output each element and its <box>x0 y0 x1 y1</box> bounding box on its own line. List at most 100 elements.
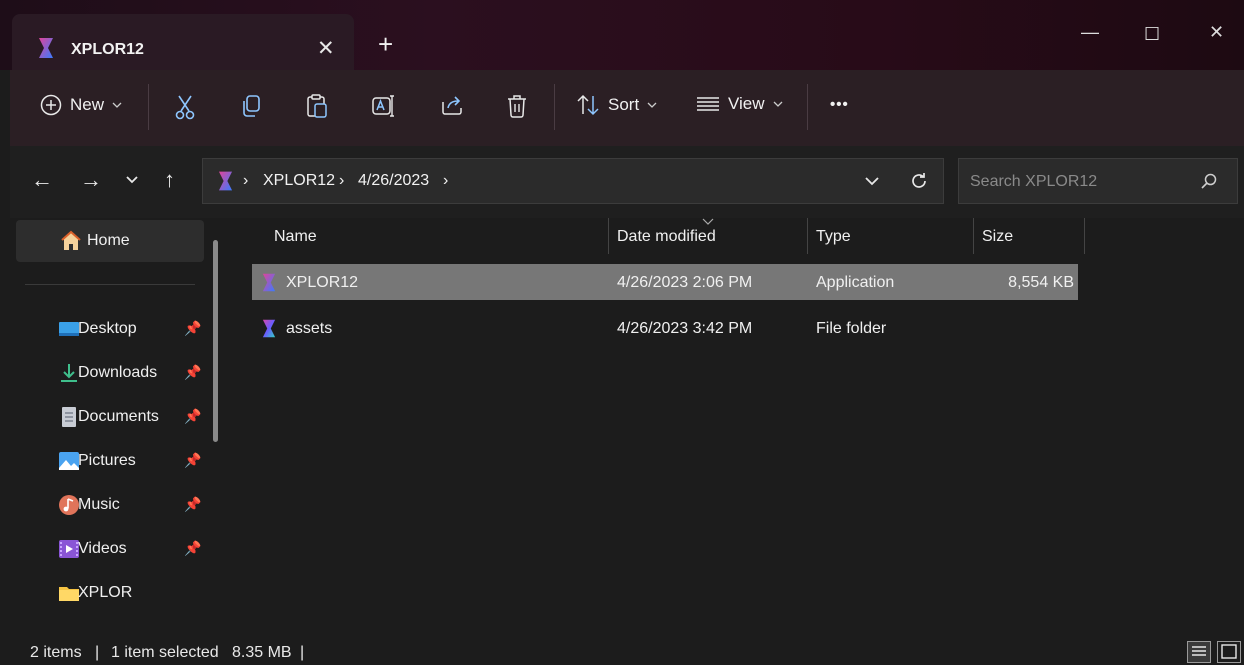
column-header-type[interactable]: Type <box>816 228 851 246</box>
up-icon[interactable]: ↑ <box>164 168 175 192</box>
search-icon[interactable] <box>1201 173 1217 189</box>
sidebar-item-xplor[interactable]: XPLOR <box>16 572 204 614</box>
delete-icon[interactable] <box>506 94 528 118</box>
chevron-down-icon <box>773 101 783 107</box>
sidebar-item-label: Downloads <box>78 364 158 381</box>
sidebar-item-label: Documents <box>78 408 159 425</box>
tab-xplor12[interactable]: XPLOR12 ✕ <box>12 14 354 70</box>
column-divider[interactable] <box>807 218 808 254</box>
tab-title: XPLOR12 <box>71 41 144 58</box>
table-row[interactable]: XPLOR12 4/26/2023 2:06 PM Application 8,… <box>252 264 1078 300</box>
column-header-date-modified[interactable]: Date modified <box>617 228 716 246</box>
sidebar-item-label: XPLOR <box>78 584 133 601</box>
file-list: Name Date modified Type Size XPLOR12 4/2… <box>232 218 1244 636</box>
tab-close-icon[interactable]: ✕ <box>317 36 335 61</box>
chevron-down-icon <box>647 102 657 108</box>
sort-icon <box>577 94 599 116</box>
maximize-icon[interactable]: ☐ <box>1144 24 1160 45</box>
pin-icon[interactable]: 📌 <box>184 496 201 513</box>
folder-icon <box>59 587 79 601</box>
sort-label: Sort <box>608 95 640 114</box>
search-input[interactable] <box>968 171 1192 193</box>
copy-icon[interactable] <box>240 94 262 118</box>
status-selection: 1 item selected <box>111 644 219 661</box>
sidebar-item-videos[interactable]: Videos 📌 <box>16 528 204 570</box>
sidebar-scrollbar[interactable] <box>213 240 218 442</box>
column-header-name[interactable]: Name <box>274 228 317 246</box>
status-item-count: 2 items <box>30 644 82 661</box>
breadcrumb-separator: › <box>243 172 249 189</box>
download-icon <box>61 364 77 382</box>
file-name: XPLOR12 <box>286 274 359 291</box>
music-icon <box>59 495 79 515</box>
application-icon <box>262 273 276 292</box>
details-view-icon[interactable] <box>1187 641 1211 663</box>
view-label: View <box>728 94 765 113</box>
status-separator: | <box>95 644 100 661</box>
close-window-icon[interactable]: ✕ <box>1209 22 1224 43</box>
view-button[interactable]: View <box>696 94 783 114</box>
breadcrumb-date-folder[interactable]: 4/26/2023 <box>358 172 429 190</box>
sidebar-divider <box>25 284 195 285</box>
pin-icon[interactable]: 📌 <box>184 540 201 557</box>
refresh-icon[interactable] <box>909 171 929 191</box>
recent-locations-icon[interactable] <box>126 176 138 184</box>
sidebar-item-label: Desktop <box>78 320 137 337</box>
pin-icon[interactable]: 📌 <box>184 320 201 337</box>
file-name: assets <box>286 320 333 337</box>
sidebar-item-desktop[interactable]: Desktop 📌 <box>16 308 204 350</box>
status-selection-size: 8.35 MB <box>232 644 292 661</box>
column-divider[interactable] <box>608 218 609 254</box>
file-date: 4/26/2023 3:42 PM <box>617 320 753 337</box>
toolbar-divider <box>554 84 555 130</box>
app-x-icon <box>218 171 233 191</box>
column-divider[interactable] <box>1084 218 1085 254</box>
sidebar-item-label: Videos <box>78 540 127 557</box>
cut-icon[interactable] <box>174 94 196 120</box>
sidebar-item-documents[interactable]: Documents 📌 <box>16 396 204 438</box>
sidebar-item-downloads[interactable]: Downloads 📌 <box>16 352 204 394</box>
sidebar-item-label: Home <box>87 232 130 249</box>
toolbar-divider <box>807 84 808 130</box>
column-header-size[interactable]: Size <box>982 228 1013 246</box>
breadcrumb-separator: › <box>339 172 345 189</box>
title-bar: XPLOR12 ✕ + — ☐ ✕ <box>0 0 1244 70</box>
sidebar-item-home[interactable]: Home <box>16 220 204 262</box>
minimize-icon[interactable]: — <box>1081 22 1099 43</box>
new-button[interactable]: New <box>40 94 122 116</box>
status-bar: 2 items | 1 item selected 8.35 MB | <box>0 636 1244 665</box>
more-icon[interactable]: ••• <box>830 96 849 113</box>
sort-button[interactable]: Sort <box>576 94 657 116</box>
command-bar: New Sort View ••• <box>10 70 1244 146</box>
pin-icon[interactable]: 📌 <box>184 364 201 381</box>
sidebar-item-music[interactable]: Music 📌 <box>16 484 204 526</box>
home-icon <box>61 230 81 250</box>
breadcrumb-xplor12[interactable]: XPLOR12 <box>263 172 335 190</box>
videos-icon <box>59 540 79 558</box>
new-tab-button[interactable]: + <box>378 31 393 57</box>
desktop-icon <box>59 322 79 336</box>
sidebar-item-label: Pictures <box>78 452 136 469</box>
documents-icon <box>62 407 76 427</box>
new-label: New <box>70 95 105 114</box>
forward-icon[interactable]: → <box>80 168 102 192</box>
file-type: File folder <box>816 320 887 337</box>
table-row[interactable]: assets 4/26/2023 3:42 PM File folder <box>252 310 1078 346</box>
column-divider[interactable] <box>973 218 974 254</box>
preview-view-icon[interactable] <box>1217 641 1241 663</box>
pictures-icon <box>59 452 79 470</box>
sidebar-item-label: Music <box>78 496 120 513</box>
address-dropdown-icon[interactable] <box>865 177 879 186</box>
rename-icon[interactable] <box>372 94 396 118</box>
share-icon[interactable] <box>440 94 464 116</box>
pin-icon[interactable]: 📌 <box>184 408 201 425</box>
back-icon[interactable]: ← <box>31 168 53 192</box>
address-bar[interactable]: › XPLOR12 › 4/26/2023 › <box>202 158 944 204</box>
sidebar-item-pictures[interactable]: Pictures 📌 <box>16 440 204 482</box>
file-size: 8,554 KB <box>1008 274 1074 291</box>
toolbar-divider <box>148 84 149 130</box>
sort-indicator-icon <box>702 218 714 225</box>
search-box[interactable] <box>958 158 1238 204</box>
pin-icon[interactable]: 📌 <box>184 452 201 469</box>
paste-icon[interactable] <box>306 94 328 118</box>
